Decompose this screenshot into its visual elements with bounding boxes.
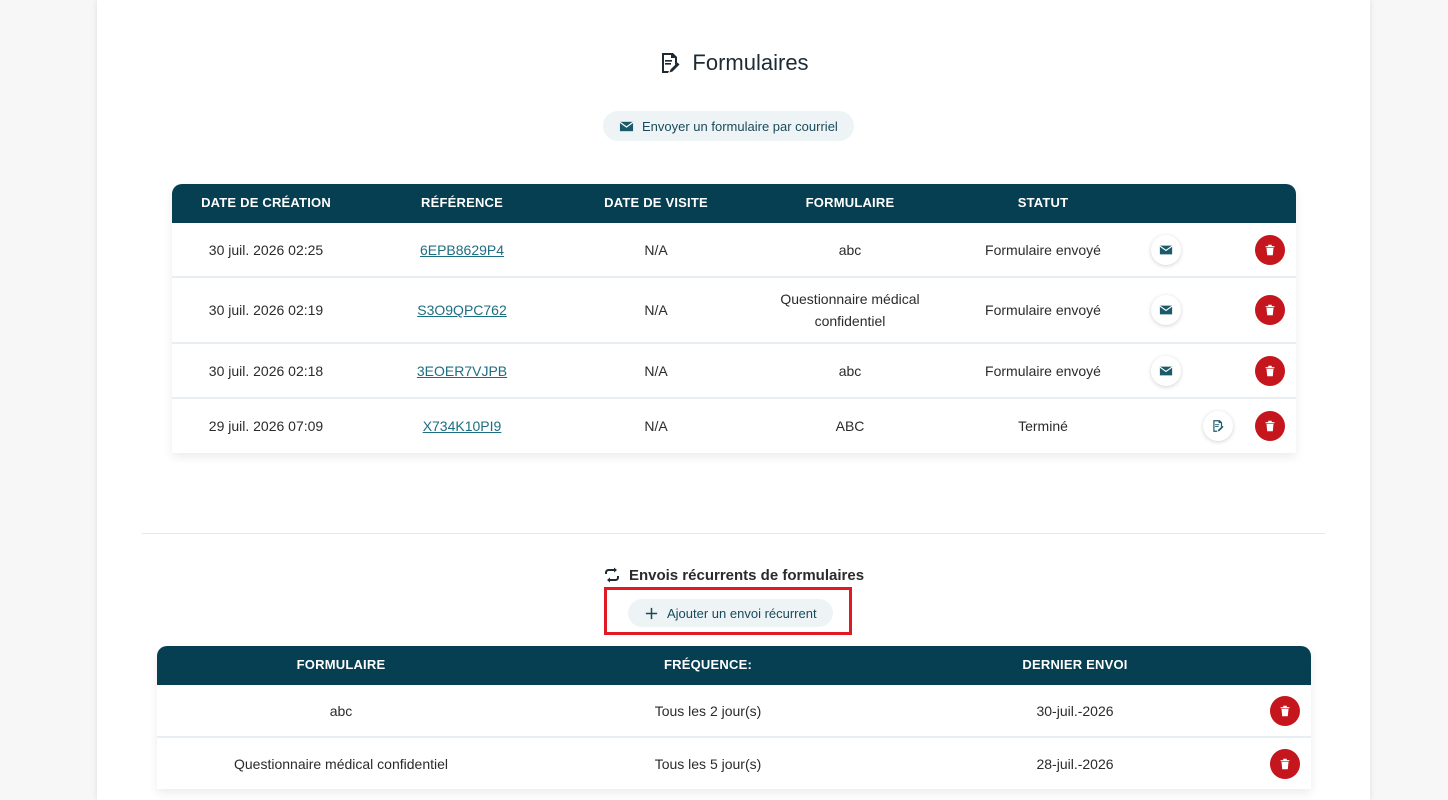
table-row: 30 juil. 2026 02:25 6EPB8629P4 N/A abc F… [172,223,1296,278]
delete-button[interactable] [1255,355,1285,386]
recurring-table: FORMULAIRE FRÉQUENCE: DERNIER ENVOI abc … [157,646,1311,789]
frequency-cell: Tous les 5 jour(s) [654,755,762,772]
table-row: abc Tous les 2 jour(s) 30-juil.-2026 [157,685,1311,738]
table-row: Questionnaire médical confidentiel Tous … [157,738,1311,789]
forms-title-label: Formulaires [692,50,809,75]
envelope-icon [1159,366,1173,375]
status-cell: Terminé [1018,418,1068,434]
delete-button[interactable] [1255,234,1285,265]
highlight-box [604,587,852,635]
trash-icon [1265,365,1275,376]
delete-button[interactable] [1255,411,1285,441]
send-form-email-label: Envoyer un formulaire par courriel [642,118,838,134]
resend-email-button[interactable] [1151,234,1181,265]
delete-button[interactable] [1270,695,1300,726]
table-row: 30 juil. 2026 02:18 3EOER7VJPB N/A abc F… [172,344,1296,399]
form-edit-icon [662,53,680,73]
envelope-icon [619,121,634,131]
view-form-button[interactable] [1203,411,1233,441]
visit-date-cell: N/A [644,418,668,434]
status-cell: Formulaire envoyé [985,241,1101,258]
form-edit-icon [1213,420,1224,432]
table-row: 30 juil. 2026 02:19 S3O9QPC762 N/A Quest… [172,278,1296,344]
col-status: STATUT [1017,195,1069,210]
col-last-sent: DERNIER ENVOI [1022,657,1128,672]
form-cell: abc [838,241,862,258]
forms-table: DATE DE CRÉATION RÉFÉRENCE DATE DE VISIT… [172,184,1296,453]
delete-button[interactable] [1255,295,1285,325]
form-cell: abc [838,362,862,379]
resend-email-button[interactable] [1151,355,1181,386]
form-cell: abc [329,702,353,719]
recurring-table-header: FORMULAIRE FRÉQUENCE: DERNIER ENVOI [157,646,1311,685]
reference-link[interactable]: 3EOER7VJPB [417,360,507,382]
resend-email-button[interactable] [1151,295,1181,325]
trash-icon [1280,705,1290,716]
main-card: Formulaires Envoyer un formulaire par co… [97,0,1370,800]
reference-link[interactable]: 6EPB8629P4 [420,239,504,261]
created-cell: 29 juil. 2026 07:09 [208,418,324,434]
col-form: FORMULAIRE [296,657,386,672]
reference-link[interactable]: S3O9QPC762 [417,299,507,321]
envelope-icon [1159,305,1173,315]
created-cell: 30 juil. 2026 02:19 [208,302,324,318]
recurring-title: Envois récurrents de formulaires [97,566,1370,584]
last-sent-cell: 30-juil.-2026 [1036,702,1114,719]
col-reference: RÉFÉRENCE [421,195,503,210]
forms-table-header: DATE DE CRÉATION RÉFÉRENCE DATE DE VISIT… [172,184,1296,223]
forms-title: Formulaires [97,50,1370,76]
status-cell: Formulaire envoyé [985,362,1101,379]
visit-date-cell: N/A [644,362,668,379]
form-cell: ABC [835,418,865,434]
table-row: 29 juil. 2026 07:09 X734K10PI9 N/A ABC T… [172,399,1296,453]
col-created: DATE DE CRÉATION [201,195,331,210]
delete-button[interactable] [1270,748,1300,779]
reference-link[interactable]: X734K10PI9 [423,415,502,437]
recurring-title-label: Envois récurrents de formulaires [628,566,865,584]
last-sent-cell: 28-juil.-2026 [1036,755,1114,772]
col-frequency: FRÉQUENCE: [664,657,752,672]
created-cell: 30 juil. 2026 02:25 [208,241,324,258]
envelope-icon [1159,245,1173,254]
frequency-cell: Tous les 2 jour(s) [654,702,762,719]
form-cell: Questionnaire médical confidentiel [233,755,449,772]
trash-icon [1265,244,1275,255]
form-cell: Questionnaire médical confidentiel [780,291,920,329]
status-cell: Formulaire envoyé [985,302,1101,318]
visit-date-cell: N/A [644,302,668,318]
trash-icon [1280,758,1290,769]
repeat-icon [604,567,619,583]
created-cell: 30 juil. 2026 02:18 [208,362,324,379]
col-visit-date: DATE DE VISITE [604,195,708,210]
trash-icon [1265,420,1275,432]
visit-date-cell: N/A [644,241,668,258]
send-form-email-button[interactable]: Envoyer un formulaire par courriel [603,111,854,141]
trash-icon [1265,304,1275,316]
col-form: FORMULAIRE [805,195,895,210]
section-divider [142,533,1325,534]
